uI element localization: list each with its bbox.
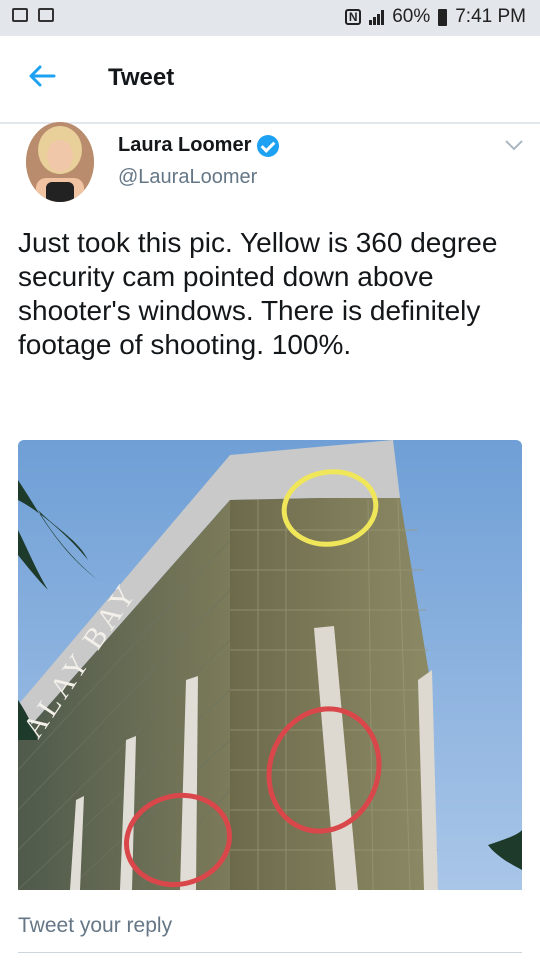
back-arrow-icon[interactable]	[26, 60, 58, 92]
reply-placeholder[interactable]: Tweet your reply	[18, 914, 172, 938]
nfc-icon: N	[345, 9, 362, 25]
tweet-text: Just took this pic. Yellow is 360 degree…	[18, 227, 498, 360]
author-handle[interactable]: @LauraLoomer	[118, 166, 257, 189]
author-name[interactable]: Laura Loomer	[118, 134, 251, 157]
chevron-down-icon[interactable]	[504, 138, 524, 152]
notification-icons	[12, 8, 54, 22]
status-bar: N 60% 7:41 PM	[0, 0, 540, 36]
image-notification-icon	[12, 8, 28, 22]
reply-input[interactable]: Tweet your reply	[18, 890, 522, 953]
status-right: N 60% 7:41 PM	[345, 6, 526, 28]
page-title: Tweet	[108, 64, 175, 91]
battery-icon	[438, 8, 448, 26]
app-bar: Tweet	[0, 36, 540, 124]
avatar[interactable]	[26, 122, 94, 202]
tweet-photo[interactable]: ALAY BAY	[18, 440, 522, 890]
author-name-row[interactable]: Laura Loomer	[118, 134, 280, 157]
battery-percent: 60%	[392, 6, 431, 27]
verified-badge-icon	[257, 134, 280, 157]
clock: 7:41 PM	[455, 6, 526, 27]
copy-notification-icon	[38, 8, 54, 22]
signal-icon	[369, 9, 385, 25]
